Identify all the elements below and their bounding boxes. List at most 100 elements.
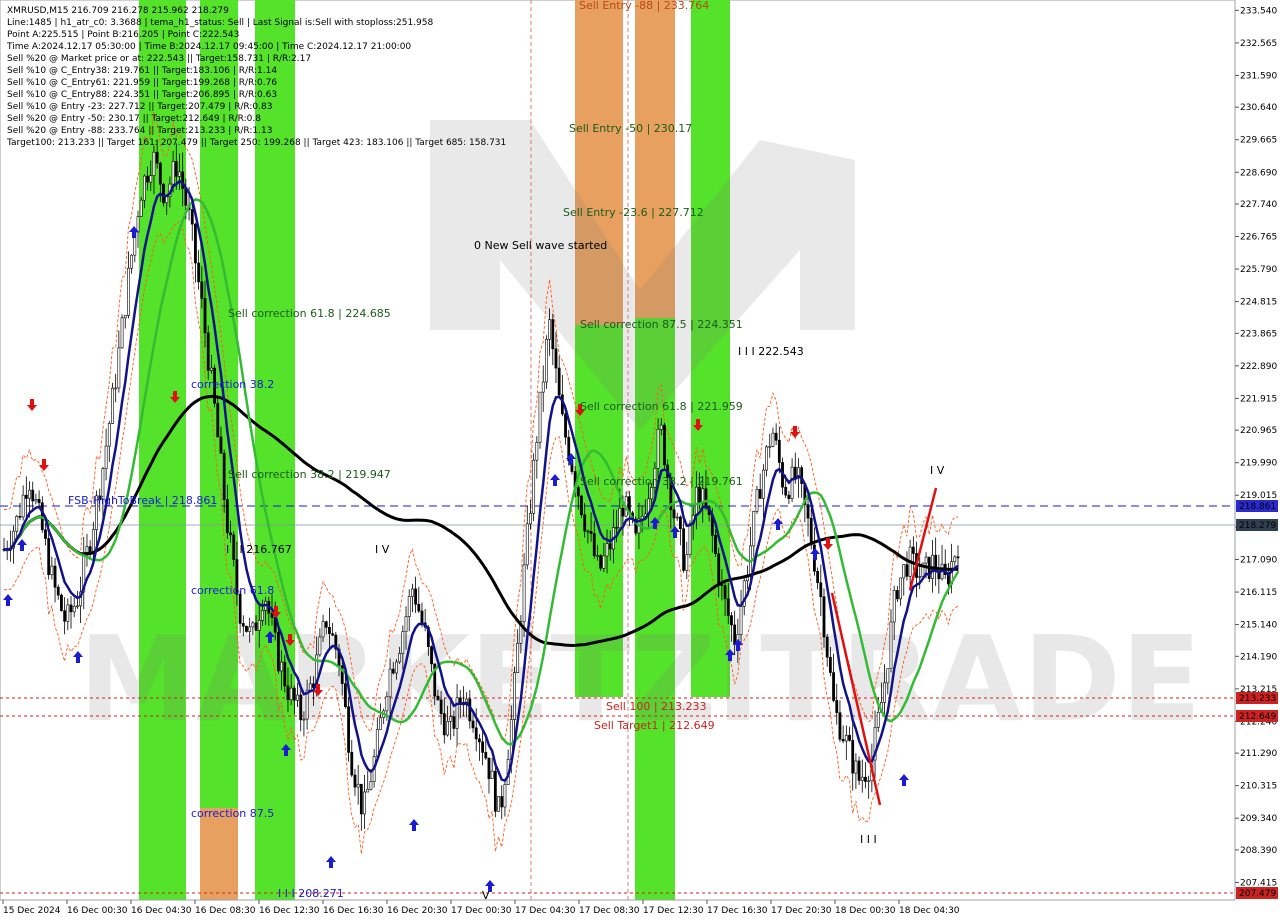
y-tick-label: 220.965 bbox=[1240, 426, 1277, 436]
candle-body bbox=[385, 696, 389, 712]
candle-body bbox=[924, 556, 928, 564]
candle-body bbox=[656, 429, 660, 469]
y-tick-label: 226.765 bbox=[1240, 233, 1277, 243]
chart-canvas: MARKETZITRADE Sell Entry -88 | 233.764 S… bbox=[0, 0, 1280, 920]
candle-body bbox=[698, 486, 701, 504]
current-price-tag-text: 218.279 bbox=[1239, 521, 1276, 531]
candle-body bbox=[347, 706, 350, 753]
y-tick-label: 217.090 bbox=[1240, 555, 1277, 565]
candle-body bbox=[200, 281, 204, 299]
candle-body bbox=[34, 499, 38, 502]
candle-body bbox=[289, 687, 293, 701]
info-line: Point A:225.515 | Point B:216.205 | Poin… bbox=[7, 30, 239, 40]
candle-body bbox=[407, 596, 411, 617]
candle-body bbox=[876, 712, 880, 728]
candle-body bbox=[487, 757, 491, 779]
candle-body bbox=[474, 727, 478, 740]
correction-875-label: correction 87.5 bbox=[191, 807, 274, 820]
x-tick-label: 17 Dec 12:30 bbox=[643, 906, 704, 916]
y-tick-label: 211.290 bbox=[1240, 749, 1277, 759]
candle-body bbox=[388, 668, 392, 698]
candle-body bbox=[114, 387, 118, 390]
sell100-price-tag-text: 213.233 bbox=[1239, 694, 1276, 704]
candle-body bbox=[551, 319, 555, 350]
x-tick-label: 17 Dec 08:30 bbox=[579, 906, 640, 916]
candle-body bbox=[704, 488, 708, 507]
trading-chart: MARKETZITRADE Sell Entry -88 | 233.764 S… bbox=[0, 0, 1280, 920]
candle-body bbox=[541, 381, 545, 393]
candle-body bbox=[458, 697, 462, 703]
candle-body bbox=[251, 622, 255, 628]
info-line: Sell %10 @ Entry -23: 227.712 || Target:… bbox=[7, 102, 272, 112]
candle-body bbox=[730, 615, 733, 626]
candle-body bbox=[484, 752, 488, 759]
sell-target1-label: Sell Target1 | 212.649 bbox=[594, 719, 715, 732]
sell-correction-382-left-label: Sell correction 38.2 | 219.947 bbox=[228, 468, 391, 481]
candle-body bbox=[911, 546, 915, 554]
info-line: Sell %10 @ C_Entry61: 221.959 || Target:… bbox=[7, 78, 277, 88]
candle-body bbox=[146, 175, 149, 183]
candle-body bbox=[864, 776, 867, 782]
candle-body bbox=[359, 783, 363, 815]
candle-body bbox=[621, 507, 625, 517]
candle-body bbox=[672, 509, 676, 519]
info-line: Sell %10 @ C_Entry88: 224.351 || Target:… bbox=[7, 90, 277, 100]
candle-body bbox=[299, 694, 303, 721]
info-line: Target100: 213.233 || Target 161: 207.47… bbox=[6, 138, 506, 148]
candle-body bbox=[248, 626, 252, 632]
y-tick-label: 219.015 bbox=[1240, 491, 1277, 501]
candle-body bbox=[91, 529, 95, 554]
candle-body bbox=[104, 445, 108, 469]
time-axis: 15 Dec 2024 16 Dec 00:30 16 Dec 04:30 16 De… bbox=[0, 899, 1280, 920]
y-tick-label: 229.665 bbox=[1240, 136, 1277, 146]
candle-body bbox=[481, 741, 484, 753]
candle-body bbox=[768, 445, 772, 448]
candle-body bbox=[564, 413, 567, 438]
candle-body bbox=[162, 183, 165, 204]
candle-body bbox=[174, 161, 178, 177]
x-tick-label: 18 Dec 00:30 bbox=[835, 906, 896, 916]
candle-body bbox=[854, 760, 858, 774]
candle-body bbox=[580, 495, 583, 516]
candle-body bbox=[452, 716, 456, 729]
candle-body bbox=[733, 624, 737, 645]
candle-body bbox=[956, 556, 960, 559]
correction-618-label: correction 61.8 bbox=[191, 584, 274, 597]
candle-body bbox=[918, 576, 922, 578]
candle-body bbox=[37, 499, 41, 504]
candle-body bbox=[895, 590, 899, 600]
candle-body bbox=[777, 439, 781, 463]
x-tick-label: 16 Dec 00:30 bbox=[67, 906, 128, 916]
candle-body bbox=[47, 538, 51, 576]
candle-body bbox=[947, 574, 950, 585]
info-line: Sell %20 @ Entry -88: 233.764 || Target:… bbox=[7, 126, 272, 136]
candle-body bbox=[404, 616, 408, 633]
candle-body bbox=[343, 683, 347, 708]
candle-body bbox=[576, 487, 580, 497]
candle-body bbox=[825, 636, 829, 658]
candle-body bbox=[21, 494, 25, 518]
candle-body bbox=[194, 223, 197, 264]
candle-body bbox=[111, 387, 114, 424]
x-tick-label: 15 Dec 2024 bbox=[3, 906, 61, 916]
candle-body bbox=[503, 784, 507, 808]
candle-body bbox=[848, 734, 851, 741]
x-tick-label: 16 Dec 12:30 bbox=[259, 906, 320, 916]
candle-body bbox=[522, 564, 526, 622]
candle-body bbox=[442, 713, 446, 736]
candle-body bbox=[602, 555, 606, 569]
candle-body bbox=[832, 672, 835, 701]
candle-body bbox=[822, 596, 826, 638]
candle-body bbox=[53, 565, 57, 588]
candle-body bbox=[497, 796, 500, 812]
wave-iii-right-label: I I I bbox=[860, 833, 877, 846]
candle-body bbox=[819, 582, 823, 598]
candle-body bbox=[844, 734, 848, 742]
candle-body bbox=[238, 594, 242, 624]
candle-body bbox=[414, 588, 417, 605]
candle-body bbox=[905, 564, 909, 577]
info-line: Sell %20 @ Market price or at: 222.543 |… bbox=[7, 54, 311, 64]
candle-body bbox=[525, 523, 529, 566]
candle-body bbox=[889, 621, 893, 669]
candle-body bbox=[245, 625, 248, 632]
